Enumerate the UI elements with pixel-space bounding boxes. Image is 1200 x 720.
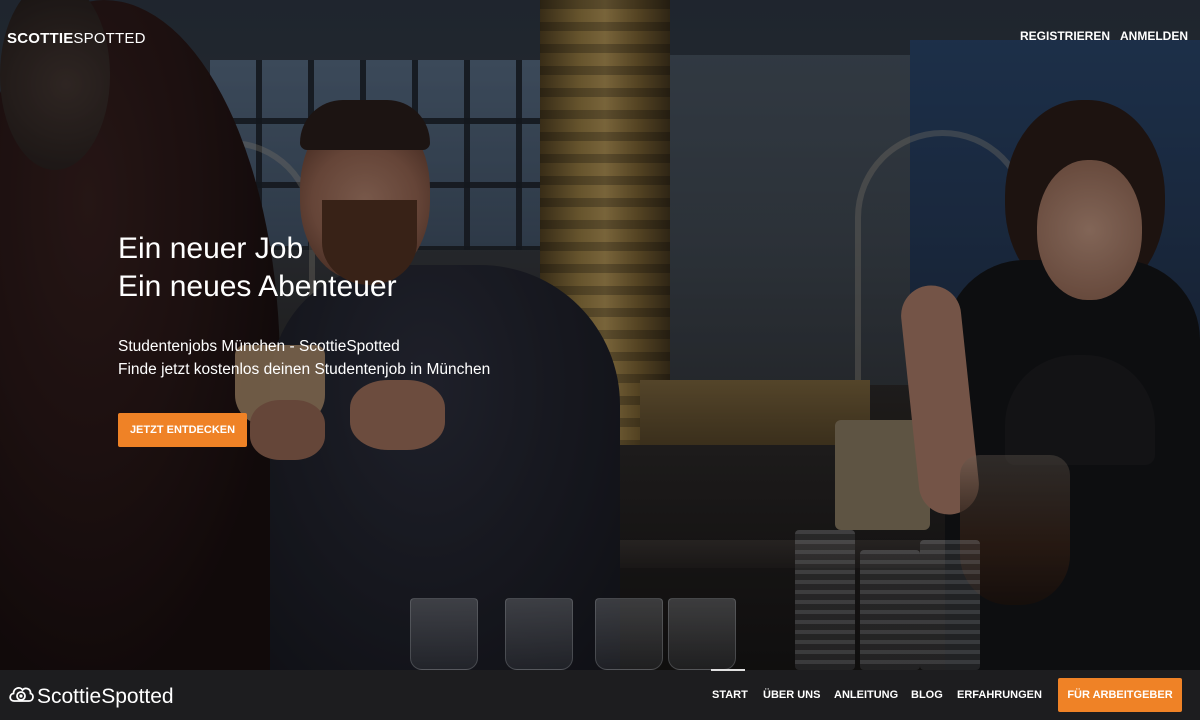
- nav-blog[interactable]: BLOG: [911, 689, 943, 701]
- headline-line-1: Ein neuer Job: [118, 232, 304, 265]
- bottom-navigation-bar: ScottieSpotted START ÜBER UNS ANLEITUNG …: [0, 670, 1200, 720]
- hero-subtitle: Studentenjobs München - ScottieSpotted F…: [118, 335, 490, 381]
- subtitle-line-2: Finde jetzt kostenlos deinen Studentenjo…: [118, 361, 491, 378]
- nav-about-us[interactable]: ÜBER UNS: [763, 689, 820, 701]
- top-navigation: SCOTTIESPOTTED REGISTRIEREN ANMELDEN: [0, 0, 1200, 74]
- register-link[interactable]: REGISTRIEREN: [1020, 29, 1110, 43]
- brand-regular: SPOTTED: [73, 30, 146, 47]
- login-link[interactable]: ANMELDEN: [1120, 29, 1188, 43]
- brand-bold: SCOTTIE: [7, 30, 74, 47]
- nav-start[interactable]: START: [712, 689, 748, 701]
- discover-now-button[interactable]: JETZT ENTDECKEN: [118, 413, 247, 447]
- hero-headline: Ein neuer Job Ein neues Abenteuer: [118, 230, 397, 306]
- nav-guide[interactable]: ANLEITUNG: [834, 689, 898, 701]
- active-nav-indicator: [711, 669, 745, 671]
- headline-line-2: Ein neues Abenteuer: [118, 270, 397, 303]
- brand-logo[interactable]: SCOTTIESPOTTED: [7, 30, 146, 47]
- for-employers-button[interactable]: FÜR ARBEITGEBER: [1058, 678, 1182, 712]
- footer-logo-text: ScottieSpotted: [37, 684, 174, 708]
- footer-logo[interactable]: ScottieSpotted: [8, 682, 174, 711]
- cloud-camera-icon: [8, 682, 34, 711]
- subtitle-line-1: Studentenjobs München - ScottieSpotted: [118, 338, 400, 355]
- nav-reviews[interactable]: ERFAHRUNGEN: [957, 689, 1042, 701]
